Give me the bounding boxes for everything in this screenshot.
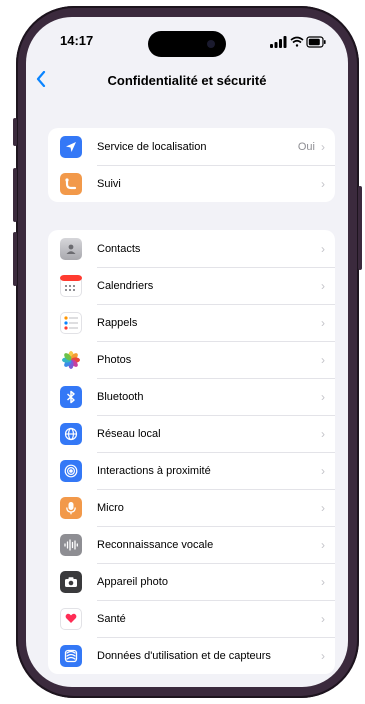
list-item-label: Réseau local xyxy=(97,427,161,440)
list-item-label: Contacts xyxy=(97,242,141,255)
reminders-icon xyxy=(60,311,82,334)
list-item-label: Appareil photo xyxy=(97,575,168,588)
chevron-right-icon: › xyxy=(321,176,325,191)
list-item-contacts[interactable]: Contacts › xyxy=(48,230,335,267)
contacts-icon xyxy=(60,237,82,260)
chevron-right-icon: › xyxy=(321,278,325,293)
location-services-value: Oui xyxy=(297,140,315,153)
globe-icon xyxy=(60,422,82,445)
list-item-location-services[interactable]: Service de localisation Oui › xyxy=(48,128,335,165)
list-item-microphone[interactable]: Micro › xyxy=(48,489,335,526)
status-time: 14:17 xyxy=(60,33,94,48)
list-item-speech-recognition[interactable]: Reconnaissance vocale › xyxy=(48,526,335,563)
chevron-right-icon: › xyxy=(321,500,325,515)
list-item-label: Données d'utilisation et de capteurs xyxy=(97,649,271,662)
list-item-label: Rappels xyxy=(97,316,138,329)
microphone-icon xyxy=(60,496,82,519)
bluetooth-icon xyxy=(60,385,82,408)
page-title: Confidentialité et sécurité xyxy=(107,73,267,88)
system-status-icons xyxy=(270,36,326,48)
list-item-label: Photos xyxy=(97,353,132,366)
screen: 14:17 Confidentialité et sécurité Servic… xyxy=(26,17,348,687)
list-item-reminders[interactable]: Rappels › xyxy=(48,304,335,341)
chevron-right-icon: › xyxy=(321,537,325,552)
waveform-icon xyxy=(60,533,82,556)
wifi-icon xyxy=(290,36,304,47)
mute-switch xyxy=(13,118,17,146)
battery-icon xyxy=(306,36,326,48)
list-item-label: Service de localisation xyxy=(97,140,207,153)
navigation-bar: Confidentialité et sécurité xyxy=(26,65,348,101)
volume-down-button xyxy=(13,232,17,286)
photos-icon xyxy=(60,348,82,371)
volume-up-button xyxy=(13,168,17,222)
list-item-camera[interactable]: Appareil photo › xyxy=(48,563,335,600)
chevron-right-icon: › xyxy=(321,463,325,478)
side-button xyxy=(358,186,362,270)
nearby-interaction-icon xyxy=(60,459,82,482)
calendar-icon xyxy=(60,274,82,297)
list-item-calendars[interactable]: Calendriers › xyxy=(48,267,335,304)
tracking-icon xyxy=(60,172,82,195)
chevron-right-icon: › xyxy=(321,648,325,663)
status-bar: 14:17 xyxy=(26,17,348,61)
heart-icon xyxy=(60,607,82,630)
list-item-label: Reconnaissance vocale xyxy=(97,538,214,551)
chevron-right-icon: › xyxy=(321,611,325,626)
chevron-right-icon: › xyxy=(321,574,325,589)
list-item-photos[interactable]: Photos › xyxy=(48,341,335,378)
location-arrow-icon xyxy=(60,135,82,158)
signal-icon xyxy=(270,36,287,48)
list-item-label: Calendriers xyxy=(97,279,154,292)
chevron-right-icon: › xyxy=(321,426,325,441)
list-item-label: Interactions à proximité xyxy=(97,464,211,477)
dynamic-island xyxy=(148,31,226,57)
list-item-label: Santé xyxy=(97,612,126,625)
list-item-label: Bluetooth xyxy=(97,390,144,403)
list-item-label: Micro xyxy=(97,501,124,514)
list-item-research-sensor-data[interactable]: Données d'utilisation et de capteurs › xyxy=(48,637,335,674)
list-item-health[interactable]: Santé › xyxy=(48,600,335,637)
camera-icon xyxy=(60,570,82,593)
list-item-tracking[interactable]: Suivi › xyxy=(48,165,335,202)
chevron-right-icon: › xyxy=(321,389,325,404)
chevron-right-icon: › xyxy=(321,315,325,330)
chevron-right-icon: › xyxy=(321,241,325,256)
list-item-bluetooth[interactable]: Bluetooth › xyxy=(48,378,335,415)
list-item-label: Suivi xyxy=(97,177,121,190)
chevron-right-icon: › xyxy=(321,352,325,367)
chevron-right-icon: › xyxy=(321,139,325,154)
settings-group-permissions: Contacts › Calendriers › Rappels › Photo… xyxy=(48,230,335,674)
research-icon xyxy=(60,644,82,667)
list-item-local-network[interactable]: Réseau local › xyxy=(48,415,335,452)
list-item-nearby-interactions[interactable]: Interactions à proximité › xyxy=(48,452,335,489)
settings-group-location: Service de localisation Oui › Suivi › xyxy=(48,128,335,202)
